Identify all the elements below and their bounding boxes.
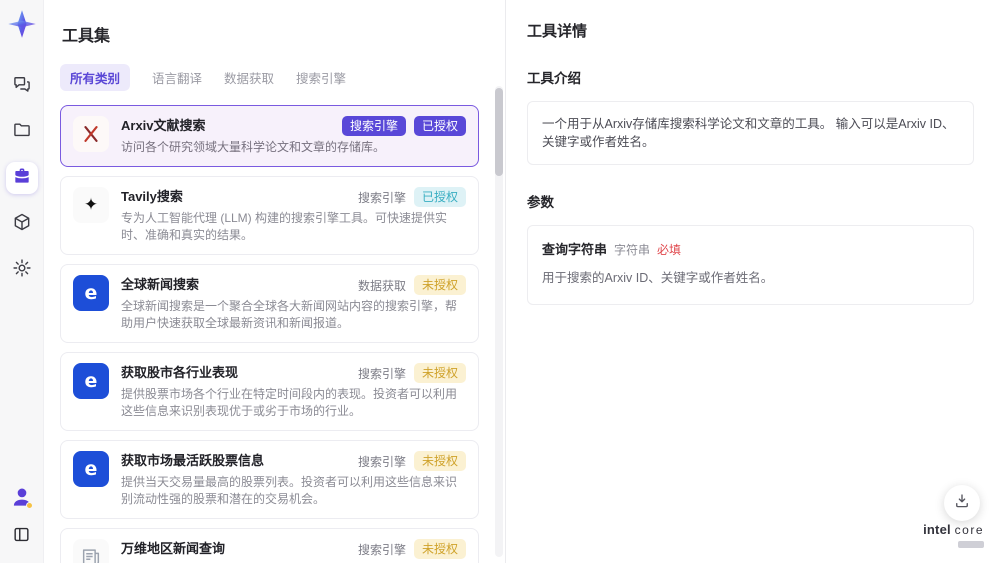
panel-toggle-icon <box>12 525 31 549</box>
category-label: 搜索引擎 <box>357 454 406 469</box>
tool-card-regional-news[interactable]: 万维地区新闻查询 查询具体行政区划内的新闻，快速了解各地新闻动态 搜索引擎 未授… <box>60 528 479 563</box>
chat-icon <box>12 74 32 99</box>
tool-description: 提供当天交易量最高的股票列表。投资者可以利用这些信息来识别流动性强的股票和潜在的… <box>121 475 458 506</box>
sidebar-item-toolbox[interactable] <box>5 162 38 194</box>
tool-card-arxiv[interactable]: Arxiv文献搜索 访问各个研究领域大量科学论文和文章的存储库。 搜索引擎 已授… <box>60 105 479 167</box>
param-description: 用于搜索的Arxiv ID、关键字或作者姓名。 <box>542 271 774 285</box>
param-type: 字符串 <box>614 243 651 257</box>
gear-icon <box>12 258 32 283</box>
collapse-panel-button[interactable] <box>6 521 38 553</box>
auth-status-badge: 已授权 <box>413 187 466 207</box>
page-title: 工具集 <box>62 28 111 45</box>
tool-description: 访问各个研究领域大量科学论文和文章的存储库。 <box>121 140 386 154</box>
sidebar-item-files[interactable] <box>6 116 38 148</box>
sidebar-item-chat[interactable] <box>6 70 38 102</box>
tool-card-tavily[interactable]: ✦ Tavily搜索 专为人工智能代理 (LLM) 构建的搜索引擎工具。可快速提… <box>60 176 479 255</box>
auth-status-badge: 未授权 <box>413 539 466 559</box>
tab-data-fetch[interactable]: 数据获取 <box>224 64 274 91</box>
category-label: 搜索引擎 <box>357 542 406 557</box>
tavily-star-icon: ✦ <box>73 187 109 223</box>
tool-description: 提供股票市场各个行业在特定时间段内的表现。投资者可以利用这些信息来识别表现优于或… <box>121 387 458 418</box>
app-logo-sparkle-icon <box>6 8 38 40</box>
param-name: 查询字符串 <box>542 242 608 257</box>
tab-language-translation[interactable]: 语言翻译 <box>152 64 202 91</box>
news-app-icon: e <box>73 275 109 311</box>
tool-intro-text: 一个用于从Arxiv存储库搜索科学论文和文章的工具。 输入可以是Arxiv ID… <box>527 101 974 165</box>
newspaper-icon <box>73 539 109 563</box>
left-rail <box>0 0 44 563</box>
scrollbar-thumb[interactable] <box>495 88 503 176</box>
parameter-card: 查询字符串 字符串 必填 用于搜索的Arxiv ID、关键字或作者姓名。 <box>527 225 974 305</box>
stock-app-icon: e <box>73 451 109 487</box>
intel-core-logo: intel core <box>923 523 984 550</box>
category-label: 搜索引擎 <box>357 366 406 381</box>
tool-description: 专为人工智能代理 (LLM) 构建的搜索引擎工具。可快速提供实时、准确和真实的结… <box>121 211 448 242</box>
tool-list: Arxiv文献搜索 访问各个研究领域大量科学论文和文章的存储库。 搜索引擎 已授… <box>60 105 483 563</box>
auth-status-badge: 已授权 <box>413 116 466 136</box>
category-tabs: 所有类别 语言翻译 数据获取 搜索引擎 <box>60 64 483 91</box>
list-scrollbar[interactable] <box>495 86 503 557</box>
toolbox-icon <box>12 166 32 191</box>
sidebar-item-settings[interactable] <box>6 254 38 286</box>
category-badge: 搜索引擎 <box>341 116 406 136</box>
tool-detail-panel: 工具详情 工具介绍 一个用于从Arxiv存储库搜索科学论文和文章的工具。 输入可… <box>507 0 1000 563</box>
tool-card-stock-sectors[interactable]: e 获取股市各行业表现 提供股票市场各个行业在特定时间段内的表现。投资者可以利用… <box>60 352 479 431</box>
auth-status-badge: 未授权 <box>413 363 466 383</box>
tool-card-global-news[interactable]: e 全球新闻搜索 全球新闻搜索是一个聚合全球各大新闻网站内容的搜索引擎，帮助用户… <box>60 264 479 343</box>
sidebar-item-packages[interactable] <box>6 208 38 240</box>
tab-search-engine[interactable]: 搜索引擎 <box>296 64 346 91</box>
user-avatar[interactable] <box>6 481 38 513</box>
param-required-flag: 必填 <box>657 243 682 257</box>
folder-icon <box>12 120 32 145</box>
tool-description: 全球新闻搜索是一个聚合全球各大新闻网站内容的搜索引擎，帮助用户快速获取全球最新资… <box>121 299 458 330</box>
category-label: 数据获取 <box>357 278 406 293</box>
intro-heading: 工具介绍 <box>527 71 581 86</box>
arxiv-logo-icon <box>73 116 109 152</box>
avatar-person-icon <box>9 484 35 510</box>
category-label: 搜索引擎 <box>357 190 406 205</box>
tab-all-categories[interactable]: 所有类别 <box>60 64 131 91</box>
brand-intel-text: intel <box>923 522 951 537</box>
auth-status-badge: 未授权 <box>413 275 466 295</box>
params-heading: 参数 <box>527 195 554 210</box>
download-icon <box>953 492 971 515</box>
detail-title: 工具详情 <box>527 23 588 40</box>
brand-sub-badge <box>958 541 984 548</box>
download-button[interactable] <box>944 485 980 521</box>
tools-list-panel: 工具集 所有类别 语言翻译 数据获取 搜索引擎 Arxiv文献搜索 访问各个研究… <box>44 0 506 563</box>
cube-icon <box>12 212 32 237</box>
auth-status-badge: 未授权 <box>413 451 466 471</box>
stock-app-icon: e <box>73 363 109 399</box>
brand-core-text: core <box>954 523 984 537</box>
tool-card-active-stocks[interactable]: e 获取市场最活跃股票信息 提供当天交易量最高的股票列表。投资者可以利用这些信息… <box>60 440 479 519</box>
